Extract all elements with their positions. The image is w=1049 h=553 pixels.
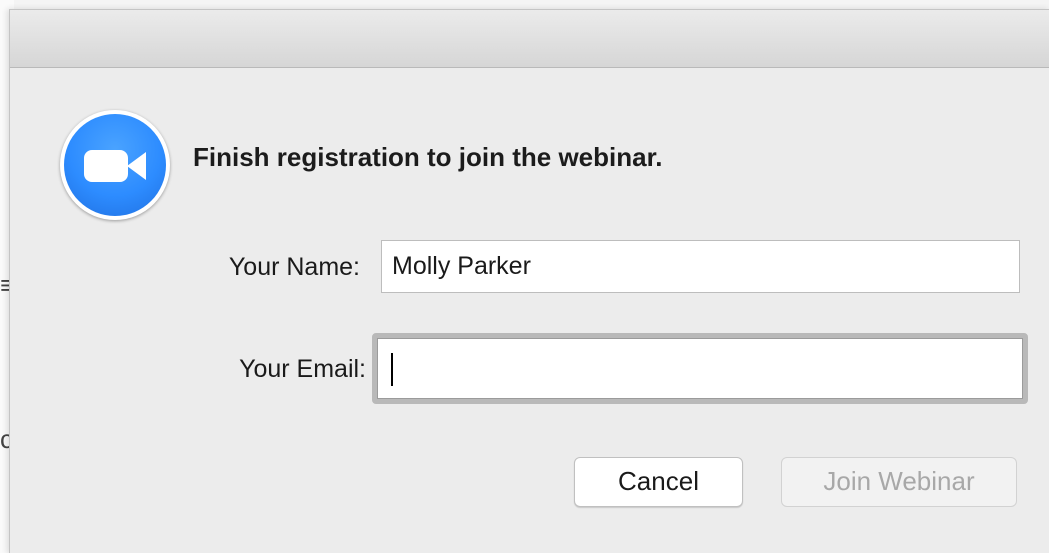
- email-input[interactable]: [377, 338, 1023, 399]
- camera-body-shape: [84, 150, 128, 182]
- registration-dialog: Finish registration to join the webinar.…: [9, 9, 1049, 553]
- cancel-button[interactable]: Cancel: [574, 457, 743, 507]
- dialog-titlebar[interactable]: [10, 10, 1049, 68]
- zoom-camera-icon: [60, 110, 170, 220]
- name-input[interactable]: [381, 240, 1020, 293]
- text-caret: [391, 353, 393, 386]
- name-label: Your Name:: [228, 253, 360, 281]
- email-label: Your Email:: [239, 355, 366, 383]
- join-webinar-button[interactable]: Join Webinar: [781, 457, 1017, 507]
- camera-lens-shape: [127, 152, 146, 180]
- screen: ≡ c Finish registration to join the webi…: [0, 0, 1049, 553]
- dialog-heading: Finish registration to join the webinar.: [193, 142, 663, 172]
- app-icon-circle: [64, 114, 166, 216]
